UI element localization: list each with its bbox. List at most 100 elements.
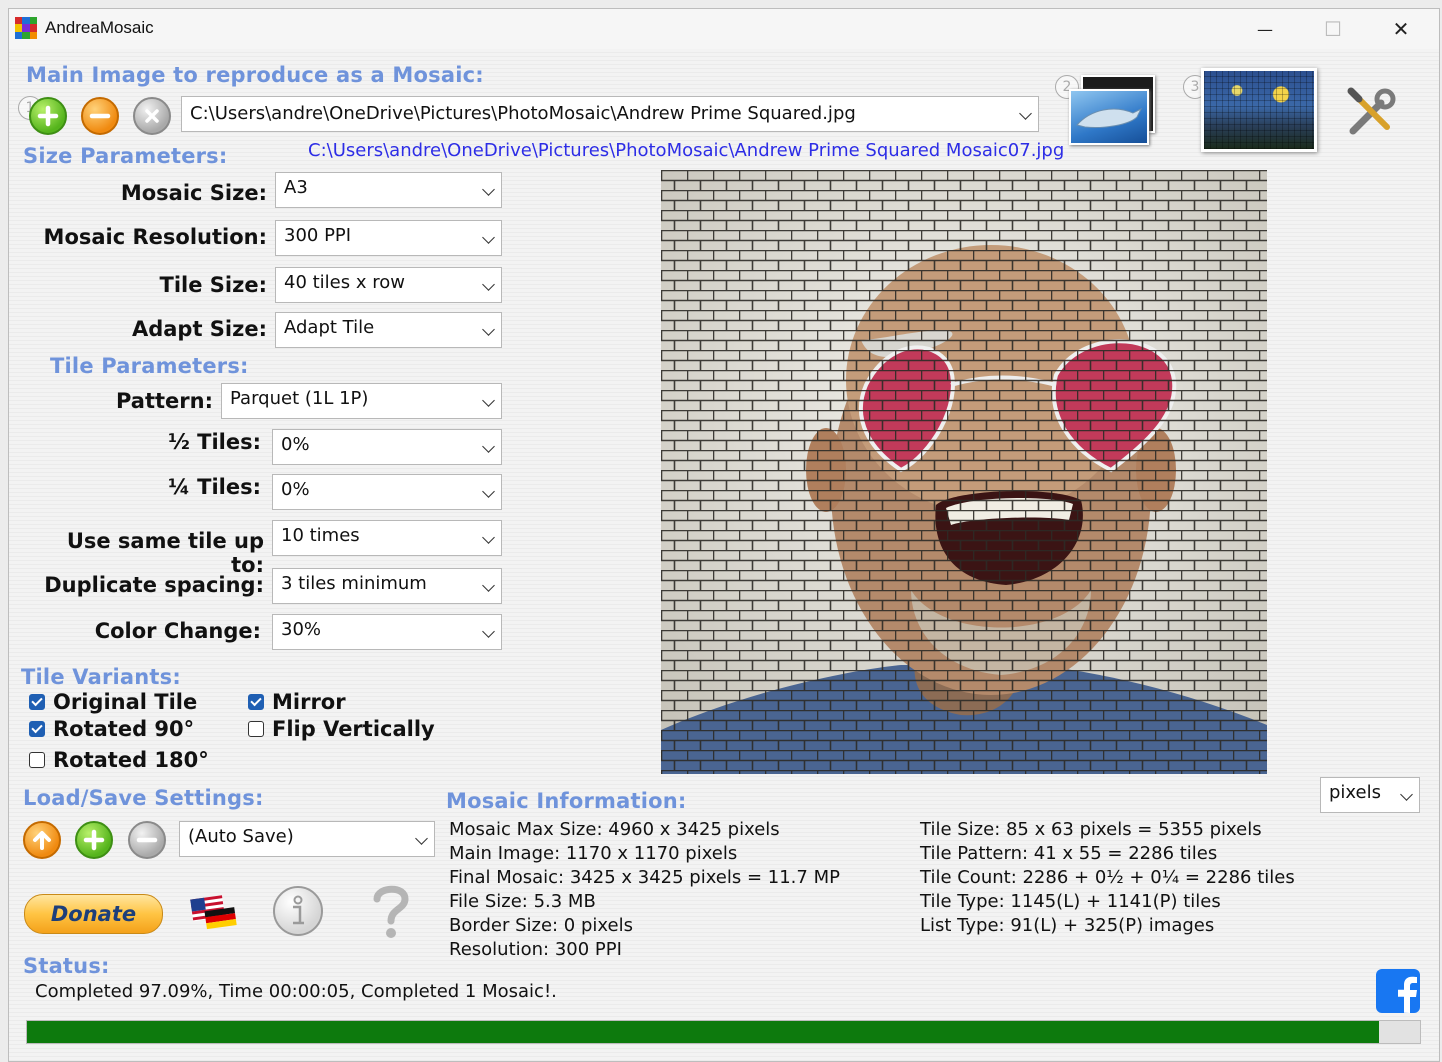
save-settings-button[interactable] <box>75 821 113 859</box>
window-title: AndreaMosaic <box>45 18 154 37</box>
plus-icon <box>37 105 59 127</box>
settings-profile-value: (Auto Save) <box>188 826 294 847</box>
half-tiles-select[interactable]: 0% <box>272 429 502 465</box>
quarter-tiles-label: ¼ Tiles: <box>168 475 261 499</box>
adapt-size-value: Adapt Tile <box>284 317 375 338</box>
donate-label: Donate <box>50 902 137 926</box>
rotated-180-checkbox[interactable]: Rotated 180° <box>29 748 209 772</box>
title-bar: AndreaMosaic — ☐ ✕ <box>9 9 1439 49</box>
mosaic-information-section-title: Mosaic Information: <box>446 789 687 813</box>
add-main-image-button[interactable] <box>29 97 67 135</box>
half-tiles-value: 0% <box>281 434 310 455</box>
chevron-down-icon <box>482 625 495 638</box>
same-tile-limit-label: Use same tile up to: <box>66 529 264 577</box>
rotated-90-label: Rotated 90° <box>53 717 195 741</box>
starry-night-icon[interactable] <box>1201 68 1317 152</box>
mosaic-info-left: Mosaic Max Size: 4960 x 3425 pixels Main… <box>449 818 840 962</box>
mosaic-preview-image <box>661 170 1267 774</box>
app-window: AndreaMosaic — ☐ ✕ Main Image to reprodu… <box>8 8 1440 1062</box>
pattern-select[interactable]: Parquet (1L 1P) <box>221 383 502 419</box>
clear-main-image-button[interactable] <box>133 97 171 135</box>
dolphin-photo-icon <box>1069 89 1149 145</box>
mosaic-info-right: Tile Size: 85 x 63 pixels = 5355 pixels … <box>920 818 1295 938</box>
info-file-size: File Size: 5.3 MB <box>449 891 596 912</box>
x-icon <box>145 109 159 123</box>
tile-variants-section-title: Tile Variants: <box>21 665 181 689</box>
rotated-90-checkbox[interactable]: Rotated 90° <box>29 717 194 741</box>
minus-icon <box>89 113 111 119</box>
mosaic-size-select[interactable]: A3 <box>275 172 502 208</box>
checkbox-checked <box>248 694 264 710</box>
same-tile-limit-select[interactable]: 10 times <box>272 520 502 556</box>
chevron-down-icon <box>482 323 495 336</box>
quarter-tiles-select[interactable]: 0% <box>272 474 502 510</box>
units-value: pixels <box>1329 782 1381 803</box>
help-button[interactable] <box>369 883 413 941</box>
mosaic-resolution-label: Mosaic Resolution: <box>43 225 267 249</box>
close-button[interactable]: ✕ <box>1367 9 1435 49</box>
remove-main-image-button[interactable] <box>81 97 119 135</box>
duplicate-spacing-label: Duplicate spacing: <box>44 573 264 597</box>
donate-button[interactable]: Donate <box>24 894 163 934</box>
color-change-select[interactable]: 30% <box>272 614 502 650</box>
maximize-button[interactable]: ☐ <box>1299 9 1367 49</box>
tile-size-label: Tile Size: <box>159 273 267 297</box>
chevron-down-icon <box>415 832 428 845</box>
mosaic-resolution-select[interactable]: 300 PPI <box>275 220 502 256</box>
plus-icon <box>83 829 105 851</box>
facebook-button[interactable] <box>1376 969 1420 1013</box>
info-list-type: List Type: 91(L) + 325(P) images <box>920 915 1215 936</box>
info-tile-pattern: Tile Pattern: 41 x 55 = 2286 tiles <box>920 843 1218 864</box>
chevron-down-icon <box>482 394 495 407</box>
adapt-size-select[interactable]: Adapt Tile <box>275 312 502 348</box>
close-icon: ✕ <box>1392 17 1410 41</box>
original-tile-label: Original Tile <box>53 690 198 714</box>
progress-fill <box>27 1021 1380 1043</box>
original-tile-checkbox[interactable]: Original Tile <box>29 690 197 714</box>
app-logo-icon <box>15 17 37 39</box>
minimize-button[interactable]: — <box>1231 9 1299 49</box>
color-change-label: Color Change: <box>94 619 261 643</box>
info-main-image: Main Image: 1170 x 1170 pixels <box>449 843 738 864</box>
flip-vertically-checkbox[interactable]: Flip Vertically <box>248 717 435 741</box>
tiles-folder-button[interactable] <box>1067 71 1157 145</box>
chevron-down-icon <box>482 485 495 498</box>
language-button[interactable] <box>190 893 240 935</box>
mirror-label: Mirror <box>272 690 346 714</box>
load-settings-button[interactable] <box>23 821 61 859</box>
up-arrow-icon <box>33 831 51 850</box>
flip-vertically-label: Flip Vertically <box>272 717 435 741</box>
chevron-down-icon <box>482 440 495 453</box>
chevron-down-icon <box>482 183 495 196</box>
info-tile-type: Tile Type: 1145(L) + 1141(P) tiles <box>920 891 1221 912</box>
info-border-size: Border Size: 0 pixels <box>449 915 633 936</box>
main-image-path-value: C:\Users\andre\OneDrive\Pictures\PhotoMo… <box>190 103 856 124</box>
tile-size-select[interactable]: 40 tiles x row <box>275 267 502 303</box>
info-button[interactable] <box>273 886 323 936</box>
main-image-path-select[interactable]: C:\Users\andre\OneDrive\Pictures\PhotoMo… <box>181 96 1039 132</box>
mosaic-size-label: Mosaic Size: <box>120 181 267 205</box>
chevron-down-icon <box>482 278 495 291</box>
output-file-link[interactable]: C:\Users\andre\OneDrive\Pictures\PhotoMo… <box>308 140 1064 161</box>
chevron-down-icon <box>482 231 495 244</box>
checkbox-checked <box>29 694 45 710</box>
delete-settings-button[interactable] <box>128 821 166 859</box>
info-icon <box>293 895 304 925</box>
minimize-icon: — <box>1257 19 1273 39</box>
settings-tools-button[interactable] <box>1343 85 1399 141</box>
units-select[interactable]: pixels <box>1320 777 1420 813</box>
pattern-label: Pattern: <box>115 389 213 413</box>
chevron-down-icon <box>482 579 495 592</box>
settings-profile-select[interactable]: (Auto Save) <box>179 821 435 857</box>
tools-icon <box>1347 87 1396 135</box>
duplicate-spacing-select[interactable]: 3 tiles minimum <box>272 568 502 604</box>
mirror-checkbox[interactable]: Mirror <box>248 690 346 714</box>
mosaic-preview-art <box>661 170 1267 774</box>
info-tile-size: Tile Size: 85 x 63 pixels = 5355 pixels <box>920 819 1262 840</box>
color-change-value: 30% <box>281 619 322 640</box>
question-icon <box>373 885 409 938</box>
pattern-value: Parquet (1L 1P) <box>230 388 369 409</box>
status-message: Completed 97.09%, Time 00:00:05, Complet… <box>35 981 557 1002</box>
facebook-icon <box>1398 976 1417 1013</box>
chevron-down-icon <box>1400 788 1413 801</box>
